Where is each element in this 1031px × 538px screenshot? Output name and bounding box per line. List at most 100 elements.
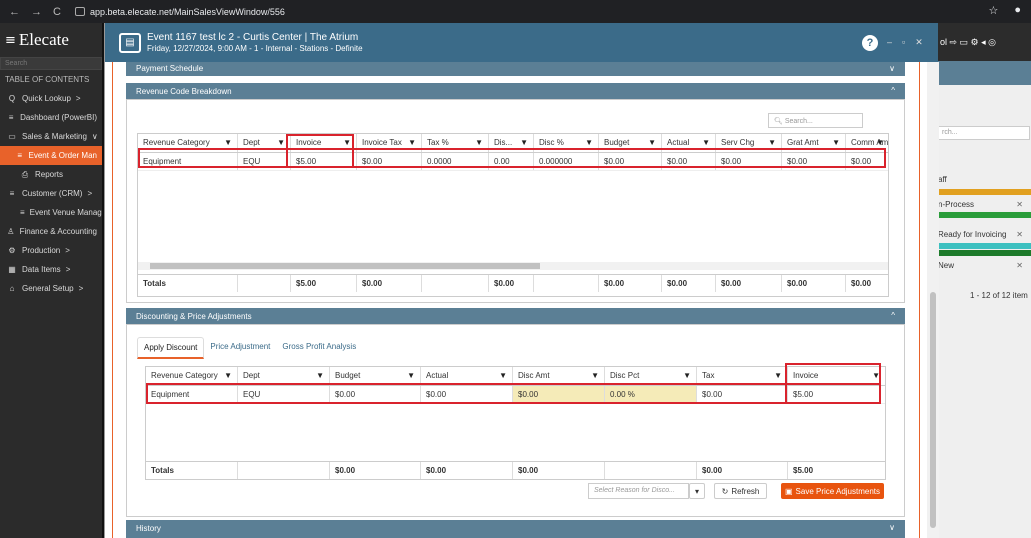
tab-price-adjustment[interactable]: Price Adjustment	[204, 337, 276, 359]
chevron-down-icon[interactable]: ∨	[889, 523, 895, 532]
filter-icon[interactable]: ▼	[475, 138, 483, 147]
status-row[interactable]: n-Process ✕	[938, 200, 1031, 209]
column-header[interactable]: Dis... ▼	[489, 134, 534, 152]
sidebar-item[interactable]: ≡ Customer (CRM) >	[0, 184, 102, 203]
maximize-icon[interactable]: ▫	[902, 37, 905, 48]
remove-icon[interactable]: ✕	[1016, 200, 1023, 209]
menu-icon[interactable]: ≡	[5, 33, 16, 48]
filter-icon[interactable]: ▼	[872, 371, 880, 380]
table-cell[interactable]: 0.00 %	[605, 386, 697, 403]
address-bar[interactable]: app.beta.elecate.net/MainSalesViewWindow…	[74, 7, 285, 17]
reason-select[interactable]: Select Reason for Disco...	[588, 483, 689, 499]
filter-icon[interactable]: ▼	[343, 138, 351, 147]
column-header[interactable]: Disc Pct ▼	[605, 367, 697, 385]
chevron-icon[interactable]: >	[66, 265, 71, 274]
column-header[interactable]: Tax ▼	[697, 367, 788, 385]
column-header[interactable]: Comm Am ▼	[846, 134, 888, 152]
column-header[interactable]: Dept ▼	[238, 134, 291, 152]
chevron-icon[interactable]: >	[76, 94, 81, 103]
sidebar-item[interactable]: ≡ Event Venue Manage	[0, 203, 102, 222]
forward-icon[interactable]: →	[31, 6, 42, 18]
filter-icon[interactable]: ▼	[702, 138, 710, 147]
sidebar-item[interactable]: ⌂ General Setup >	[0, 279, 102, 298]
filter-icon[interactable]: ▼	[316, 371, 324, 380]
refresh-button[interactable]: ↻ Refresh	[714, 483, 767, 499]
section-revenue-code-breakdown[interactable]: Revenue Code Breakdown ^	[126, 83, 905, 99]
status-row[interactable]: aff	[938, 175, 1031, 184]
background-search-input[interactable]: rch...	[938, 126, 1030, 140]
column-header[interactable]: Budget ▼	[599, 134, 662, 152]
help-icon[interactable]: ?	[862, 35, 878, 51]
sidebar-item[interactable]: ⚙ Production >	[0, 241, 102, 260]
save-price-adjustments-button[interactable]: ▣ Save Price Adjustments	[781, 483, 884, 499]
filter-icon[interactable]: ▼	[277, 138, 285, 147]
chevron-icon[interactable]: ∨	[92, 132, 98, 141]
chevron-icon[interactable]: >	[79, 284, 84, 293]
column-header[interactable]: Revenue Category ▼	[146, 367, 238, 385]
section-history[interactable]: History ∨	[126, 520, 905, 538]
column-header[interactable]: Invoice ▼	[291, 134, 357, 152]
chevron-icon[interactable]: >	[65, 246, 70, 255]
minimize-icon[interactable]: –	[887, 37, 892, 48]
sidebar-item[interactable]: ▭ Sales & Marketing ∨	[0, 127, 102, 146]
chevron-down-icon[interactable]: ∨	[889, 64, 895, 73]
table-row[interactable]: Equipment EQU $5.00 $0.00 0.0000 0.00 0.000000…	[138, 153, 888, 171]
column-header[interactable]: Grat Amt ▼	[782, 134, 846, 152]
column-header[interactable]: Dept ▼	[238, 367, 330, 385]
table-cell[interactable]: $0.00	[513, 386, 605, 403]
filter-icon[interactable]: ▼	[224, 138, 232, 147]
section-payment-schedule[interactable]: Payment Schedule ∨	[126, 62, 905, 76]
filter-icon[interactable]: ▼	[224, 371, 232, 380]
filter-icon[interactable]: ▼	[683, 371, 691, 380]
column-header[interactable]: Revenue Category ▼	[138, 134, 238, 152]
site-info-icon[interactable]	[74, 7, 85, 16]
modal-scrollbar[interactable]	[927, 62, 939, 538]
filter-icon[interactable]: ▼	[832, 138, 840, 147]
profile-icon[interactable]: ●	[1014, 4, 1021, 17]
grid-search-input[interactable]: 🔍︎ Search...	[768, 113, 863, 128]
filter-icon[interactable]: ▼	[774, 371, 782, 380]
column-header[interactable]: Invoice ▼	[788, 367, 885, 385]
filter-icon[interactable]: ▼	[499, 371, 507, 380]
close-icon[interactable]: ✕	[915, 37, 923, 48]
chevron-icon[interactable]: >	[87, 189, 92, 198]
table-row[interactable]: Equipment EQU $0.00 $0.00 $0.00 0.00 % $0.00 $5…	[146, 386, 885, 404]
column-header[interactable]: Disc Amt ▼	[513, 367, 605, 385]
reason-dropdown-button[interactable]: ▾	[689, 483, 705, 499]
status-row[interactable]: New ✕	[938, 261, 1031, 270]
horizontal-scrollbar-thumb[interactable]	[150, 263, 540, 269]
star-icon[interactable]: ☆	[988, 4, 998, 17]
sidebar-item[interactable]: Q Quick Lookup >	[0, 89, 102, 108]
remove-icon[interactable]: ✕	[1016, 261, 1023, 270]
tab-apply-discount[interactable]: Apply Discount	[137, 337, 205, 359]
column-header[interactable]: Budget ▼	[330, 367, 421, 385]
reload-icon[interactable]: C	[53, 6, 61, 18]
filter-icon[interactable]: ▼	[520, 138, 528, 147]
tab-gross-profit-analysis[interactable]: Gross Profit Analysis	[276, 337, 362, 359]
scrollbar-thumb[interactable]	[930, 292, 936, 528]
column-header[interactable]: Disc % ▼	[534, 134, 599, 152]
filter-icon[interactable]: ▼	[591, 371, 599, 380]
chevron-up-icon[interactable]: ^	[891, 86, 895, 95]
sidebar-item[interactable]: ▦ Data Items >	[0, 260, 102, 279]
back-icon[interactable]: ←	[9, 6, 20, 18]
column-header[interactable]: Actual ▼	[421, 367, 513, 385]
sidebar-item[interactable]: ≡ Event & Order Man	[0, 146, 102, 165]
column-header[interactable]: Tax % ▼	[422, 134, 489, 152]
filter-icon[interactable]: ▼	[768, 138, 776, 147]
filter-icon[interactable]: ▼	[408, 138, 416, 147]
status-row[interactable]: Ready for Invoicing ✕	[938, 230, 1031, 239]
section-discounting[interactable]: Discounting & Price Adjustments ^	[126, 308, 905, 324]
sidebar-search-input[interactable]: Search	[0, 57, 102, 70]
sidebar-item[interactable]: ⎙ Reports	[0, 165, 102, 184]
filter-icon[interactable]: ▼	[648, 138, 656, 147]
horizontal-scrollbar[interactable]	[138, 262, 888, 270]
column-header[interactable]: Serv Chg ▼	[716, 134, 782, 152]
filter-icon[interactable]: ▼	[876, 138, 884, 147]
sidebar-item[interactable]: ♙ Finance & Accounting	[0, 222, 102, 241]
column-header[interactable]: Invoice Tax ▼	[357, 134, 422, 152]
filter-icon[interactable]: ▼	[407, 371, 415, 380]
chevron-up-icon[interactable]: ^	[891, 311, 895, 320]
filter-icon[interactable]: ▼	[585, 138, 593, 147]
column-header[interactable]: Actual ▼	[662, 134, 716, 152]
